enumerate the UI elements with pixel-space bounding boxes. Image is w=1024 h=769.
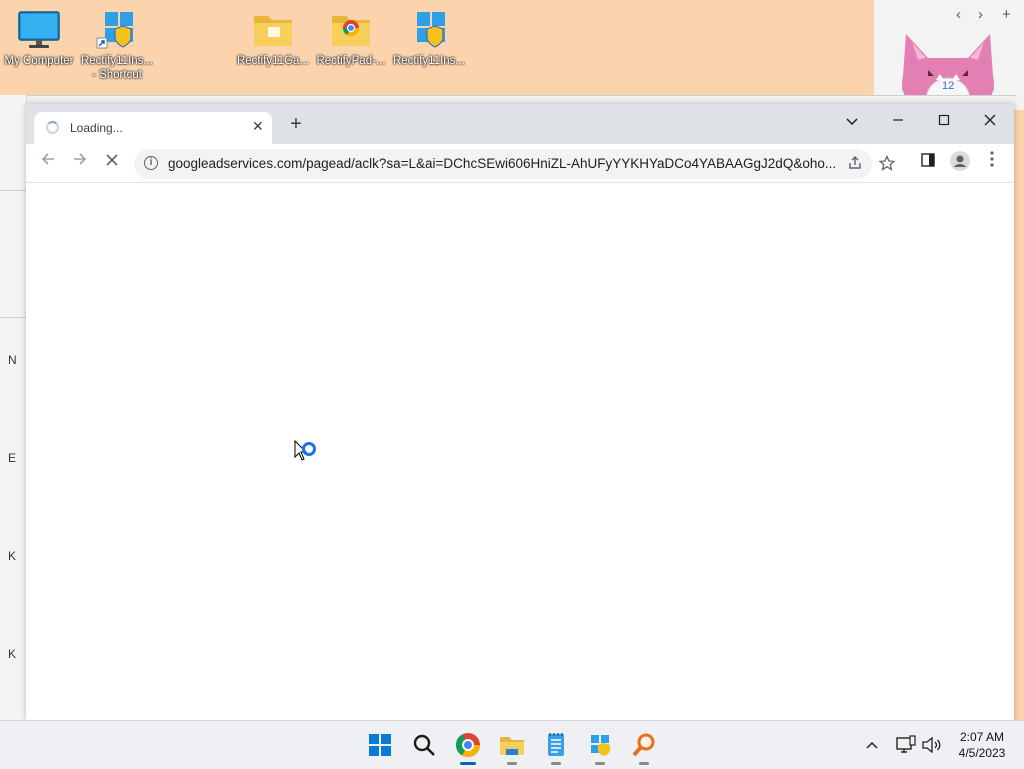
desktop-icon-label: My Computer bbox=[4, 55, 74, 67]
open-indicator bbox=[595, 762, 605, 765]
widget-add-button[interactable]: + bbox=[1002, 6, 1011, 23]
browser-menu-button[interactable] bbox=[980, 151, 1004, 175]
open-indicator bbox=[551, 762, 561, 765]
profile-avatar-icon bbox=[950, 151, 970, 171]
close-window-button[interactable] bbox=[970, 108, 1010, 134]
windows-logo-icon bbox=[369, 734, 391, 756]
browser-window: Loading... ✕ + i googleadservices.com/pa… bbox=[26, 104, 1014, 720]
address-bar[interactable]: i googleadservices.com/pagead/aclk?sa=L&… bbox=[134, 149, 896, 179]
notepad-icon bbox=[548, 733, 564, 756]
system-clock[interactable]: 2:07 AM 4/5/2023 bbox=[950, 729, 1014, 761]
background-window-text: N bbox=[8, 353, 17, 367]
show-hidden-icons-button[interactable] bbox=[866, 737, 878, 752]
tab-search-button[interactable] bbox=[832, 108, 872, 134]
taskbar: 2:07 AM 4/5/2023 bbox=[0, 720, 1024, 769]
background-window-text: K bbox=[8, 549, 17, 563]
desktop-icon-label: Rectify11Ins... bbox=[80, 55, 153, 67]
desktop-icon-label: RectifyPad-... bbox=[316, 55, 386, 67]
desktop-icon-rectifypad-folder[interactable]: RectifyPad-... bbox=[312, 10, 390, 68]
taskbar-rectify-installer-button[interactable] bbox=[584, 729, 616, 765]
url-text[interactable]: googleadservices.com/pagead/aclk?sa=L&ai… bbox=[168, 156, 838, 171]
magnifier-icon bbox=[632, 733, 655, 757]
profile-button[interactable] bbox=[948, 151, 972, 175]
active-indicator bbox=[460, 762, 476, 765]
taskbar-search-button[interactable] bbox=[408, 729, 440, 761]
widget-prev-button[interactable]: ‹ bbox=[956, 6, 961, 23]
desktop-widget: ‹ › + 12 bbox=[874, 0, 1024, 123]
desktop-icon-rectify11-installer[interactable]: Rectify11Ins... bbox=[390, 10, 468, 68]
volume-button[interactable] bbox=[920, 733, 944, 757]
desktop-icon-label: Rectify11Ins... bbox=[392, 55, 465, 67]
clock-date: 4/5/2023 bbox=[958, 746, 1006, 760]
search-icon bbox=[413, 734, 435, 756]
clock-time: 2:07 AM bbox=[959, 730, 1005, 744]
minimize-icon bbox=[893, 119, 903, 121]
taskbar-notepad-button[interactable] bbox=[540, 729, 572, 765]
desktop-icon-my-computer[interactable]: My Computer bbox=[0, 10, 78, 68]
windows-shield-icon bbox=[591, 735, 610, 756]
taskbar-chrome-button[interactable] bbox=[452, 729, 484, 765]
arrow-right-icon bbox=[74, 153, 87, 165]
browser-toolbar: i googleadservices.com/pagead/aclk?sa=L&… bbox=[26, 144, 1014, 183]
chrome-icon bbox=[456, 733, 480, 758]
desktop-icon-rectify11-games-folder[interactable]: Rectify11Ga... bbox=[234, 10, 312, 68]
open-indicator bbox=[639, 762, 649, 765]
forward-button[interactable] bbox=[68, 151, 92, 175]
taskbar-file-explorer-button[interactable] bbox=[496, 729, 528, 765]
desktop-icon-label: Rectify11Ga... bbox=[236, 55, 309, 67]
widget-clock-number: 12 bbox=[942, 80, 955, 92]
stop-icon bbox=[106, 154, 118, 166]
loading-spinner-icon bbox=[46, 121, 59, 134]
background-window-text: K bbox=[8, 647, 17, 661]
folder-icon bbox=[251, 10, 295, 50]
windows-shield-icon bbox=[407, 10, 451, 50]
arrow-left-icon bbox=[41, 153, 54, 165]
new-tab-button[interactable]: + bbox=[284, 113, 308, 137]
stop-loading-button[interactable] bbox=[100, 151, 124, 175]
start-button[interactable] bbox=[364, 729, 396, 761]
chevron-up-icon bbox=[866, 741, 878, 749]
widget-next-button[interactable]: › bbox=[978, 6, 983, 23]
site-info-icon[interactable]: i bbox=[144, 156, 158, 170]
bookmark-star-icon[interactable] bbox=[878, 154, 896, 173]
page-content[interactable] bbox=[26, 183, 1014, 720]
windows-shield-icon bbox=[95, 10, 139, 50]
maximize-button[interactable] bbox=[924, 108, 964, 134]
minimize-button[interactable] bbox=[878, 108, 918, 134]
share-icon[interactable] bbox=[846, 155, 864, 173]
folder-icon bbox=[500, 737, 524, 755]
maximize-icon bbox=[938, 114, 950, 126]
tab-close-button[interactable]: ✕ bbox=[252, 118, 264, 135]
network-button[interactable] bbox=[894, 733, 918, 757]
background-window-text: E bbox=[8, 451, 17, 465]
desktop-icon-label-line2: - Shortcut bbox=[92, 69, 142, 81]
close-icon bbox=[984, 114, 996, 126]
back-button[interactable] bbox=[36, 151, 60, 175]
browser-tab[interactable]: Loading... ✕ bbox=[34, 112, 272, 144]
folder-chrome-icon bbox=[329, 10, 373, 50]
side-panel-button[interactable] bbox=[916, 151, 940, 175]
tab-strip[interactable]: Loading... ✕ + bbox=[26, 104, 1014, 144]
network-icon bbox=[896, 735, 916, 753]
desktop-icon-rectify11-installer-shortcut[interactable]: Rectify11Ins... - Shortcut bbox=[78, 10, 156, 82]
open-indicator bbox=[507, 762, 517, 765]
kebab-menu-icon bbox=[990, 151, 994, 167]
background-window[interactable]: N E K K bbox=[0, 95, 27, 720]
speaker-icon bbox=[922, 736, 941, 754]
monitor-icon bbox=[17, 10, 61, 50]
chevron-down-icon bbox=[846, 118, 858, 126]
side-panel-icon bbox=[921, 153, 935, 167]
taskbar-search-tool-button[interactable] bbox=[628, 729, 660, 765]
tab-title: Loading... bbox=[70, 121, 123, 135]
busy-cursor-icon bbox=[294, 439, 320, 470]
